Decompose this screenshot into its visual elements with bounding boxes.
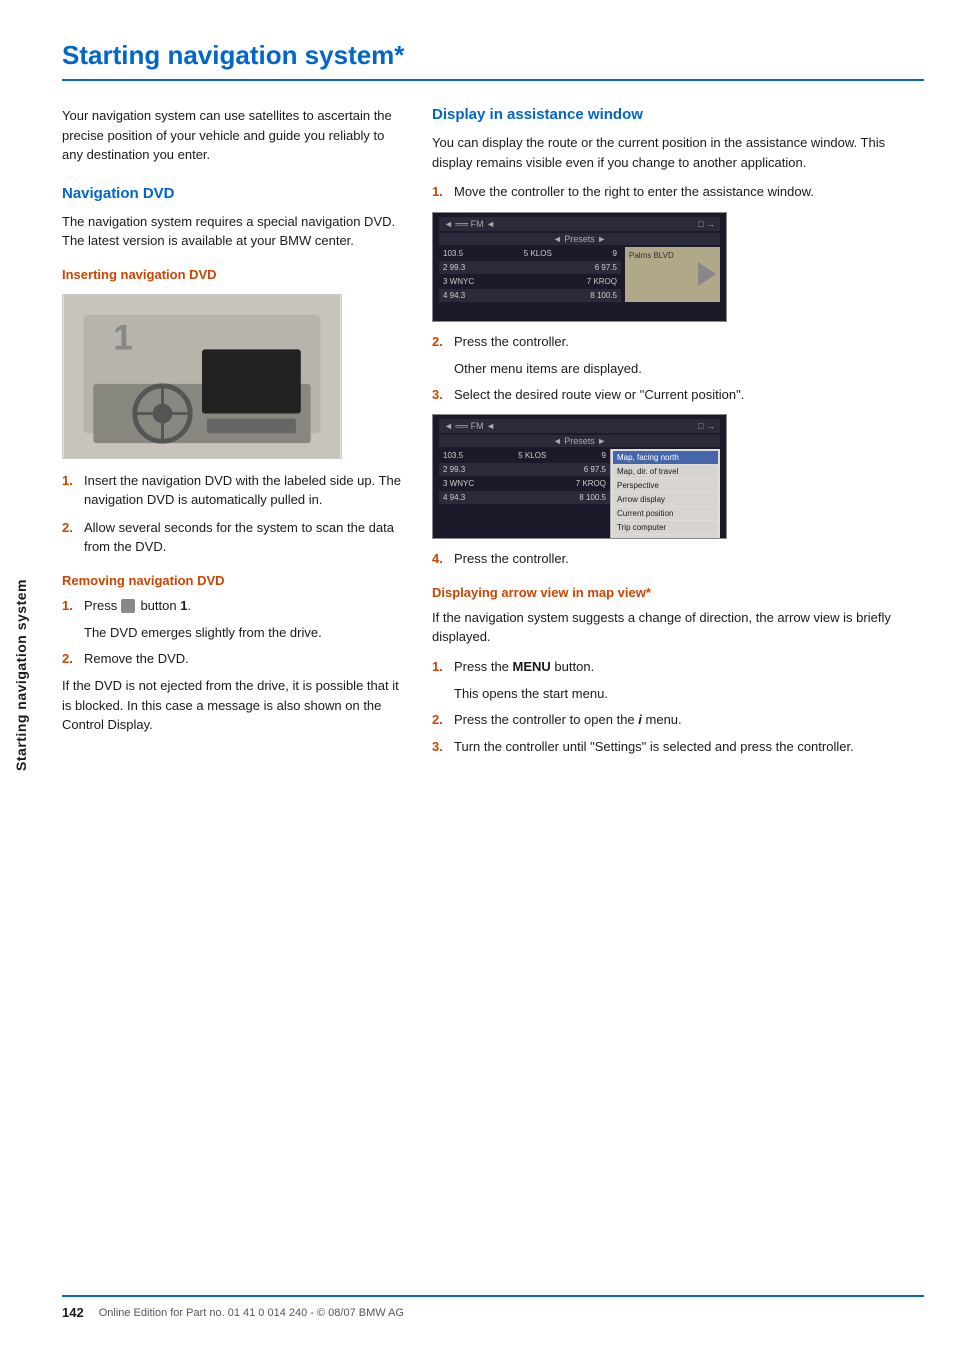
arrow-step-2-list: 2. Press the controller to open the i me… — [432, 710, 924, 757]
display-step-2-subtext: Other menu items are displayed. — [454, 359, 924, 379]
screen-image-1: ◄ ══ FM ◄ □ → ◄ Presets ► 103.5 5 KLO — [432, 212, 727, 322]
inserting-heading: Inserting navigation DVD — [62, 267, 402, 282]
display-intro: You can display the route or the current… — [432, 133, 924, 172]
arrow-steps-list: 1. Press the MENU button. — [432, 657, 924, 677]
sidebar-label: Starting navigation system — [13, 579, 29, 771]
main-content: Starting navigation system* Your navigat… — [42, 0, 954, 1350]
right-column: Display in assistance window You can dis… — [432, 106, 924, 1265]
display-step-3: 3. Select the desired route view or "Cur… — [432, 385, 924, 405]
display-step-2: 2. Press the controller. — [432, 332, 924, 352]
arrow-step-1: 1. Press the MENU button. — [432, 657, 924, 677]
display-steps-2-3: 2. Press the controller. — [432, 332, 924, 352]
arrow-step-2: 2. Press the controller to open the i me… — [432, 710, 924, 730]
inserting-step-2: 2. Allow several seconds for the system … — [62, 518, 402, 557]
nav-dvd-heading: Navigation DVD — [62, 185, 402, 202]
intro-text: Your navigation system can use satellite… — [62, 106, 402, 165]
removing-heading: Removing navigation DVD — [62, 573, 402, 588]
page-title: Starting navigation system* — [62, 40, 924, 81]
inserting-step-1: 1. Insert the navigation DVD with the la… — [62, 471, 402, 510]
display-heading: Display in assistance window — [432, 106, 924, 123]
arrow-intro: If the navigation system suggests a chan… — [432, 608, 924, 647]
nav-dvd-text: The navigation system requires a special… — [62, 212, 402, 251]
arrow-step-3: 3. Turn the controller until "Settings" … — [432, 737, 924, 757]
page-container: Starting navigation system Starting navi… — [0, 0, 954, 1350]
removing-step-1-subtext: The DVD emerges slightly from the drive. — [84, 623, 402, 643]
inserting-steps-list: 1. Insert the navigation DVD with the la… — [62, 471, 402, 557]
removing-note: If the DVD is not ejected from the drive… — [62, 676, 402, 735]
footer: 142 Online Edition for Part no. 01 41 0 … — [62, 1295, 924, 1320]
display-steps-list: 1. Move the controller to the right to e… — [432, 182, 924, 202]
left-column: Your navigation system can use satellite… — [62, 106, 402, 1265]
dvd-button-icon — [121, 599, 135, 613]
removing-step-2-list: 2. Remove the DVD. — [62, 649, 402, 669]
display-step-1: 1. Move the controller to the right to e… — [432, 182, 924, 202]
screen-image-2: ◄ ══ FM ◄ □ → ◄ Presets ► 103.5 5 KLO — [432, 414, 727, 539]
footer-page-number: 142 — [62, 1305, 84, 1320]
removing-step-1: 1. Press button 1. — [62, 596, 402, 616]
footer-text: Online Edition for Part no. 01 41 0 014 … — [99, 1307, 404, 1319]
display-step-4-list: 4. Press the controller. — [432, 549, 924, 569]
removing-step-2: 2. Remove the DVD. — [62, 649, 402, 669]
display-step-4: 4. Press the controller. — [432, 549, 924, 569]
removing-steps-list: 1. Press button 1. — [62, 596, 402, 616]
arrow-heading: Displaying arrow view in map view* — [432, 585, 924, 600]
two-col-layout: Your navigation system can use satellite… — [62, 106, 924, 1265]
svg-text:1: 1 — [113, 317, 133, 357]
car-image: 1 — [62, 294, 342, 459]
sidebar: Starting navigation system — [0, 0, 42, 1350]
display-step-3-list: 3. Select the desired route view or "Cur… — [432, 385, 924, 405]
arrow-step-1-subtext: This opens the start menu. — [454, 684, 924, 704]
